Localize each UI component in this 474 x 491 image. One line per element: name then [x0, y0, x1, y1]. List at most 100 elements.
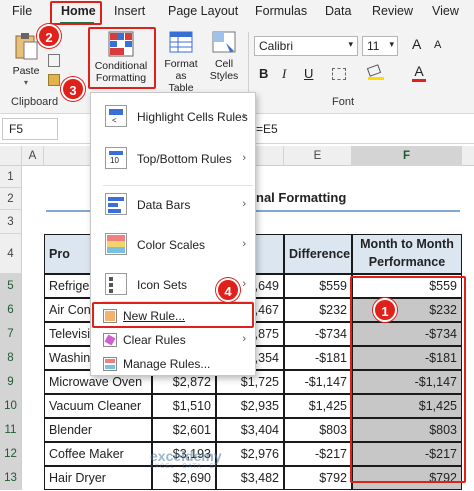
- format-as-table-button[interactable]: Format as Table: [158, 31, 204, 94]
- menu-item-data-bars[interactable]: Data Bars ›: [91, 189, 255, 229]
- row-header[interactable]: 2: [0, 188, 22, 210]
- selection-highlight: [350, 276, 466, 483]
- paste-icon: [15, 33, 38, 60]
- table-cell[interactable]: $3,404: [216, 418, 284, 442]
- row-header[interactable]: 13: [0, 466, 22, 490]
- table-cell[interactable]: $792: [284, 466, 352, 490]
- menu-item-label: Icon Sets: [137, 278, 188, 292]
- manage-rules-icon: [103, 357, 117, 371]
- watermark-text: exceldemy: [150, 448, 222, 464]
- bold-button[interactable]: B: [259, 66, 268, 81]
- row-header[interactable]: 1: [0, 166, 22, 188]
- table-cell[interactable]: Hair Dryer: [44, 466, 152, 490]
- table-cell[interactable]: $232: [284, 298, 352, 322]
- row-header[interactable]: 9: [0, 370, 22, 394]
- menu-item-label: Manage Rules...: [123, 357, 211, 371]
- select-all-corner[interactable]: [0, 146, 22, 166]
- clear-rules-icon: [103, 333, 117, 347]
- table-cell[interactable]: $2,976: [216, 442, 284, 466]
- top-bottom-icon: 10: [105, 147, 127, 169]
- tab-formulas[interactable]: Formulas: [255, 4, 307, 18]
- row-header[interactable]: 8: [0, 346, 22, 370]
- table-cell[interactable]: Blender: [44, 418, 152, 442]
- column-header[interactable]: E: [284, 146, 352, 166]
- menu-item-label: Highlight Cells Rules: [137, 110, 248, 124]
- cell-styles-label-2: Styles: [209, 70, 239, 82]
- chevron-right-icon: ›: [242, 238, 246, 250]
- table-cell[interactable]: $2,935: [216, 394, 284, 418]
- table-header-cell[interactable]: Month to Month Performance: [352, 234, 462, 274]
- row-header[interactable]: 5: [0, 274, 22, 298]
- format-as-table-icon: [169, 31, 193, 53]
- step-badge-2: 2: [37, 24, 61, 48]
- icon-sets-icon: [105, 273, 127, 295]
- format-painter-icon[interactable]: [48, 74, 60, 86]
- tab-view[interactable]: View: [432, 4, 459, 18]
- tab-data[interactable]: Data: [325, 4, 351, 18]
- name-box-value: F5: [9, 122, 24, 136]
- chevron-right-icon: ›: [242, 110, 246, 122]
- menu-item-top-bottom-rules[interactable]: 10 Top/Bottom Rules ›: [91, 143, 255, 183]
- row-header[interactable]: 4: [0, 234, 22, 274]
- italic-button[interactable]: I: [282, 66, 286, 82]
- menu-item-label: Clear Rules: [123, 333, 186, 347]
- menu-item-label: Top/Bottom Rules: [137, 152, 232, 166]
- chevron-down-icon: ▾: [348, 39, 353, 49]
- step-badge-4: 4: [216, 278, 240, 302]
- table-cell[interactable]: Vacuum Cleaner: [44, 394, 152, 418]
- column-header[interactable]: F: [352, 146, 462, 166]
- tab-file[interactable]: File: [12, 4, 32, 18]
- table-cell[interactable]: -$217: [284, 442, 352, 466]
- grow-font-button[interactable]: A: [412, 36, 421, 52]
- table-cell[interactable]: $803: [284, 418, 352, 442]
- tab-review[interactable]: Review: [372, 4, 413, 18]
- conditional-formatting-highlight: [88, 27, 156, 89]
- table-header-cell[interactable]: Difference: [284, 234, 352, 274]
- cell-styles-button[interactable]: Cell Styles: [206, 31, 242, 82]
- borders-icon[interactable]: [332, 68, 346, 80]
- menu-item-manage-rules[interactable]: Manage Rules...: [91, 353, 255, 375]
- menu-item-color-scales[interactable]: Color Scales ›: [91, 229, 255, 269]
- fill-color-icon[interactable]: [366, 64, 384, 80]
- highlight-cells-icon: <: [105, 105, 127, 127]
- row-header[interactable]: 3: [0, 210, 22, 234]
- menu-item-highlight-cells-rules[interactable]: < Highlight Cells Rules ›: [91, 101, 255, 141]
- font-color-button[interactable]: A: [412, 63, 426, 82]
- column-header[interactable]: A: [22, 146, 44, 166]
- conditional-formatting-menu: < Highlight Cells Rules › 10 Top/Bottom R…: [90, 92, 256, 376]
- row-header[interactable]: 12: [0, 442, 22, 466]
- row-header[interactable]: 10: [0, 394, 22, 418]
- shrink-font-button[interactable]: A: [434, 39, 441, 51]
- table-cell[interactable]: $2,601: [152, 418, 216, 442]
- chevron-down-icon: ▾: [389, 39, 394, 49]
- underline-button[interactable]: U: [304, 66, 313, 81]
- header-line: Performance: [368, 255, 446, 269]
- table-cell[interactable]: $1,510: [152, 394, 216, 418]
- font-size-combo[interactable]: 11 ▾: [362, 36, 398, 56]
- row-header[interactable]: 11: [0, 418, 22, 442]
- tab-insert[interactable]: Insert: [114, 4, 145, 18]
- cell-styles-label-1: Cell: [214, 58, 234, 70]
- table-cell[interactable]: $1,425: [284, 394, 352, 418]
- watermark: exceldemy EXCEL · DATA · BI: [150, 448, 222, 470]
- font-size-value: 11: [367, 39, 380, 53]
- row-header[interactable]: 6: [0, 298, 22, 322]
- table-cell[interactable]: -$181: [284, 346, 352, 370]
- table-cell[interactable]: -$734: [284, 322, 352, 346]
- copy-icon[interactable]: [48, 54, 60, 67]
- menu-item-label: Color Scales: [137, 238, 206, 252]
- table-cell[interactable]: $3,482: [216, 466, 284, 490]
- new-rule-highlight: [92, 302, 254, 328]
- table-cell[interactable]: $559: [284, 274, 352, 298]
- paste-dropdown-icon[interactable]: ▾: [8, 77, 44, 89]
- font-name-combo[interactable]: Calibri ▾: [254, 36, 358, 56]
- formula-fragment[interactable]: =E5: [256, 122, 278, 136]
- name-box[interactable]: F5: [2, 118, 58, 140]
- tab-page-layout[interactable]: Page Layout: [168, 4, 238, 18]
- table-cell[interactable]: Coffee Maker: [44, 442, 152, 466]
- table-cell[interactable]: -$1,147: [284, 370, 352, 394]
- row-header[interactable]: 7: [0, 322, 22, 346]
- chevron-right-icon: ›: [242, 333, 246, 345]
- menu-item-clear-rules[interactable]: Clear Rules ›: [91, 329, 255, 351]
- ribbon-tab-bar: File Home Insert Page Layout Formulas Da…: [0, 0, 474, 26]
